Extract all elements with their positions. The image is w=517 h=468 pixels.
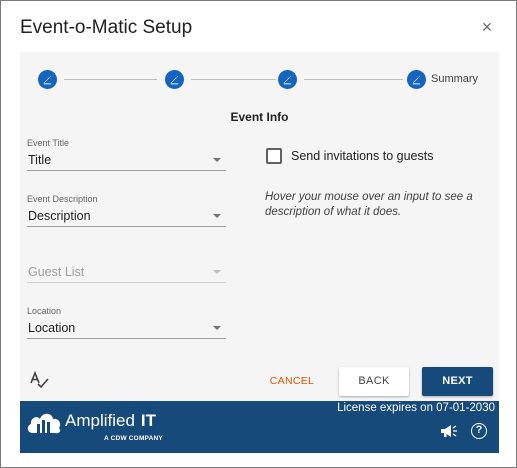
location-select[interactable]: Location xyxy=(27,317,226,339)
step-2-pencil-icon[interactable] xyxy=(165,70,184,89)
event-description-field[interactable]: Event Description Description xyxy=(27,194,226,227)
step-4-label: Summary xyxy=(431,73,479,85)
hint-text: Hover your mouse over an input to see a … xyxy=(265,191,473,218)
brand-main: Amplified xyxy=(65,411,135,430)
step-3-pencil-icon[interactable] xyxy=(278,70,297,89)
logo-text: Amplified IT xyxy=(65,411,156,431)
brand-sub: A CDW COMPANY xyxy=(104,435,163,442)
close-button[interactable]: × xyxy=(477,17,497,37)
cloud-logo-icon xyxy=(27,413,61,434)
amplified-it-logo: Amplified IT A CDW COMPANY xyxy=(24,405,199,449)
field-value: Description xyxy=(28,209,91,223)
field-label: Event Description xyxy=(27,194,98,204)
event-title-select[interactable]: Title xyxy=(27,149,226,171)
dialog-content: Summary Event Info Event Title Title Eve… xyxy=(20,52,499,401)
event-description-select[interactable]: Description xyxy=(27,205,226,227)
location-field[interactable]: Location Location xyxy=(27,306,226,339)
caret-down-icon xyxy=(213,270,221,274)
caret-down-icon xyxy=(213,214,221,218)
next-button[interactable]: NEXT xyxy=(422,367,493,396)
brand-bold: IT xyxy=(140,411,157,430)
footer-bar: Amplified IT A CDW COMPANY License expire… xyxy=(20,401,499,453)
cancel-button[interactable]: CANCEL xyxy=(264,367,320,396)
guest-list-field[interactable]: Guest List xyxy=(27,250,226,283)
spellcheck-icon[interactable] xyxy=(30,371,50,389)
field-value: Guest List xyxy=(28,265,85,279)
step-connector xyxy=(191,79,276,80)
checkbox-label: Send invitations to guests xyxy=(291,149,434,163)
step-1-pencil-icon[interactable] xyxy=(38,70,57,89)
step-4-pencil-icon[interactable] xyxy=(407,70,426,89)
license-text: License expires on 07-01-2030 xyxy=(337,402,495,414)
field-label: Event Title xyxy=(27,138,70,148)
help-icon[interactable]: ? xyxy=(471,423,487,439)
back-button[interactable]: BACK xyxy=(339,367,409,396)
section-title: Event Info xyxy=(230,110,289,124)
send-invitations-checkbox[interactable]: Send invitations to guests xyxy=(266,148,433,164)
caret-down-icon xyxy=(213,326,221,330)
field-label xyxy=(27,250,226,261)
field-value: Location xyxy=(28,321,76,335)
step-connector xyxy=(64,79,157,80)
event-title-field[interactable]: Event Title Title xyxy=(27,138,226,171)
caret-down-icon xyxy=(213,158,221,162)
stepper: Summary xyxy=(20,52,499,104)
field-value: Title xyxy=(28,153,52,167)
megaphone-icon[interactable] xyxy=(439,423,459,439)
checkbox-box[interactable] xyxy=(266,148,282,164)
step-connector xyxy=(304,79,403,80)
setup-dialog: Event-o-Matic Setup × Summary Event Info… xyxy=(0,0,517,468)
field-label: Location xyxy=(27,306,62,316)
dialog-title: Event-o-Matic Setup xyxy=(20,17,193,38)
guest-list-select[interactable]: Guest List xyxy=(27,261,226,283)
